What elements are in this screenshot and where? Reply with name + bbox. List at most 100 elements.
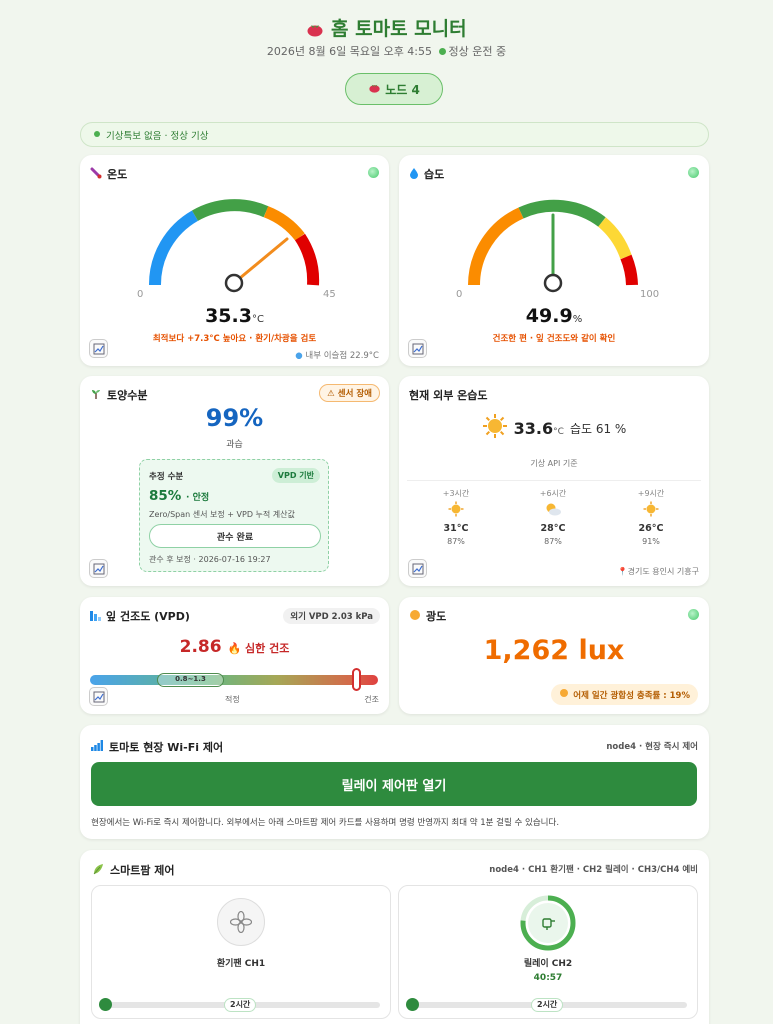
droplet-icon: ●: [295, 351, 303, 361]
bar-chart-icon: [90, 609, 101, 624]
forecast-item: +6시간 28°C 87%: [539, 489, 567, 546]
tomato-icon: [368, 82, 381, 96]
humidity-gauge: [468, 199, 638, 293]
gauge-arc-cold: [148, 210, 199, 286]
dewpoint-text: ● 내부 이슬점 22.9°C: [295, 351, 379, 361]
gauge-max-label: 45: [323, 289, 336, 300]
gauge-max-label: 100: [640, 289, 660, 300]
estimated-description: Zero/Span 센서 보정 + VPD 누적 계산값: [149, 510, 295, 519]
smartfarm-control-card: 스마트팜 제어 node4 · CH1 환기팬 · CH2 릴레이 · CH3/…: [80, 850, 709, 1024]
divider: [407, 480, 701, 481]
photosynthesis-badge: 어제 일간 광합성 충족률 : 19%: [551, 684, 698, 705]
weather-source: 기상 API 기준: [530, 459, 578, 468]
datetime-status: 2026년 8월 6일 목요일 오후 4:55 정상 운전 중: [0, 43, 773, 59]
gauge-pivot: [224, 273, 244, 293]
humidity-note: 건조한 편 · 잎 건조도와 같이 확인: [492, 334, 616, 344]
outdoor-temp: 33.6: [513, 418, 554, 438]
chart-icon: [93, 691, 104, 702]
device-card-fan[interactable]: 환기팬 CH1 2시간: [91, 885, 391, 1019]
light-card: 광도 1,262 lux 어제 일간 광합성 충족률 : 19%: [399, 597, 709, 714]
vpd-dry-label: 건조: [364, 695, 379, 704]
card-title: 잎 건조도 (VPD): [90, 608, 190, 624]
gauge-min-label: 0: [456, 289, 463, 300]
datetime: 2026년 8월 6일 목요일 오후 4:55: [266, 45, 433, 58]
sensor-fault-badge: ⚠ 센서 장애: [319, 384, 380, 402]
wifi-meta: node4 · 현장 즉시 제어: [606, 742, 698, 752]
vpd-optimal-range: 0.8~1.3: [157, 673, 224, 687]
vpd-value: 2.86 🔥 심한 건조: [179, 637, 290, 657]
sensor-status-dot: [688, 167, 699, 178]
weather-alert-bar: 기상특보 없음 · 정상 기상: [80, 122, 709, 147]
node-select-button[interactable]: 노드 4: [345, 73, 443, 105]
chart-icon: [93, 563, 104, 574]
irrigation-done-button[interactable]: 관수 완료: [149, 524, 321, 548]
fire-icon: 🔥: [227, 642, 242, 655]
chart-button[interactable]: [89, 339, 108, 358]
device-card-relay[interactable]: 릴레이 CH2 40:57 2시간: [398, 885, 698, 1019]
outdoor-humidity: 습도 61 %: [569, 421, 627, 436]
irrigation-timestamp: 관수 후 보정 · 2026-07-16 19:27: [149, 555, 271, 564]
sun-icon: [482, 413, 508, 443]
sprout-icon: [90, 388, 102, 403]
vpd-based-badge: VPD 기반: [271, 468, 320, 483]
sun-icon: [559, 688, 569, 701]
gauge-pivot: [543, 273, 563, 293]
chart-button[interactable]: [89, 687, 108, 706]
fan-icon: [217, 898, 265, 946]
card-title: 온도: [90, 166, 127, 182]
forecast-item: +9시간 26°C 91%: [637, 489, 665, 546]
tomato-icon: [306, 18, 331, 40]
sensor-status-dot: [368, 167, 379, 178]
temperature-gauge: [148, 199, 320, 293]
gauge-arc-optimal: [192, 199, 269, 221]
open-relay-panel-button[interactable]: 릴레이 제어판 열기: [91, 762, 697, 806]
gauge-needle: [232, 237, 289, 285]
card-title: 토양수분: [90, 387, 147, 403]
temperature-value: 35.3°C: [205, 305, 264, 327]
temperature-note: 최적보다 +7.3°C 높아요 · 환기/차광을 검토: [152, 334, 317, 344]
warning-icon: ⚠: [327, 389, 335, 399]
system-status: 정상 운전 중: [448, 45, 507, 58]
gauge-min-label: 0: [137, 289, 144, 300]
page-title: 홈 토마토 모니터: [0, 14, 773, 41]
gauge-arc-dry: [468, 207, 524, 286]
vpd-marker: [352, 668, 361, 691]
card-title: 광도: [409, 608, 446, 624]
external-vpd-badge: 외기 VPD 2.03 kPa: [283, 608, 380, 624]
vpd-scale-bar: [90, 675, 378, 685]
chart-icon: [412, 563, 423, 574]
plug-icon: [528, 903, 568, 943]
soil-moisture-state: 과습: [226, 440, 243, 450]
pin-icon: 📍: [617, 567, 628, 576]
humidity-card: 습도 0 100 49.9% 건조한 편 · 잎 건조도와 같이 확인: [399, 155, 709, 366]
chart-icon: [93, 343, 104, 354]
timer-slider-knob[interactable]: [99, 998, 112, 1011]
droplet-icon: [409, 167, 419, 182]
chart-button[interactable]: [89, 559, 108, 578]
lux-value: 1,262 lux: [483, 635, 625, 666]
location-text: 📍경기도 용인시 기흥구: [617, 567, 699, 576]
chart-button[interactable]: [408, 339, 427, 358]
sun-icon: [409, 609, 421, 624]
estimated-value: 85% · 안정: [149, 488, 210, 504]
forecast-item: +3시간 31°C 87%: [442, 489, 470, 546]
chart-button[interactable]: [408, 559, 427, 578]
humidity-value: 49.9%: [525, 305, 583, 327]
timer-slider-knob[interactable]: [406, 998, 419, 1011]
vpd-card: 잎 건조도 (VPD) 외기 VPD 2.03 kPa 2.86 🔥 심한 건조…: [80, 597, 389, 714]
device-remaining-time: 40:57: [533, 973, 563, 983]
thermometer-icon: [90, 167, 102, 182]
device-name: 환기팬 CH1: [216, 959, 266, 969]
gauge-arc-wet: [620, 254, 638, 286]
soil-moisture-card: 토양수분 ⚠ 센서 장애 99% 과습 추정 수분 VPD 기반 85% · 안…: [80, 376, 389, 586]
status-dot: [438, 47, 446, 55]
wifi-control-card: 토마토 현장 Wi-Fi 제어 node4 · 현장 즉시 제어 릴레이 제어판…: [80, 725, 709, 839]
card-title: 스마트팜 제어: [92, 862, 175, 878]
smartfarm-meta: node4 · CH1 환기팬 · CH2 릴레이 · CH3/CH4 예비: [489, 865, 698, 875]
estimated-moisture-box: 추정 수분 VPD 기반 85% · 안정 Zero/Span 센서 보정 + …: [139, 459, 329, 572]
alert-text: 기상특보 없음 · 정상 기상: [106, 130, 209, 142]
soil-moisture-value: 99%: [205, 404, 264, 432]
alert-status-dot: [94, 130, 100, 137]
leaf-icon: [92, 863, 104, 878]
temperature-card: 온도 0 45 35.3°C 최적보다 +7.3°C 높아요 · 환기/차광을 …: [80, 155, 389, 366]
